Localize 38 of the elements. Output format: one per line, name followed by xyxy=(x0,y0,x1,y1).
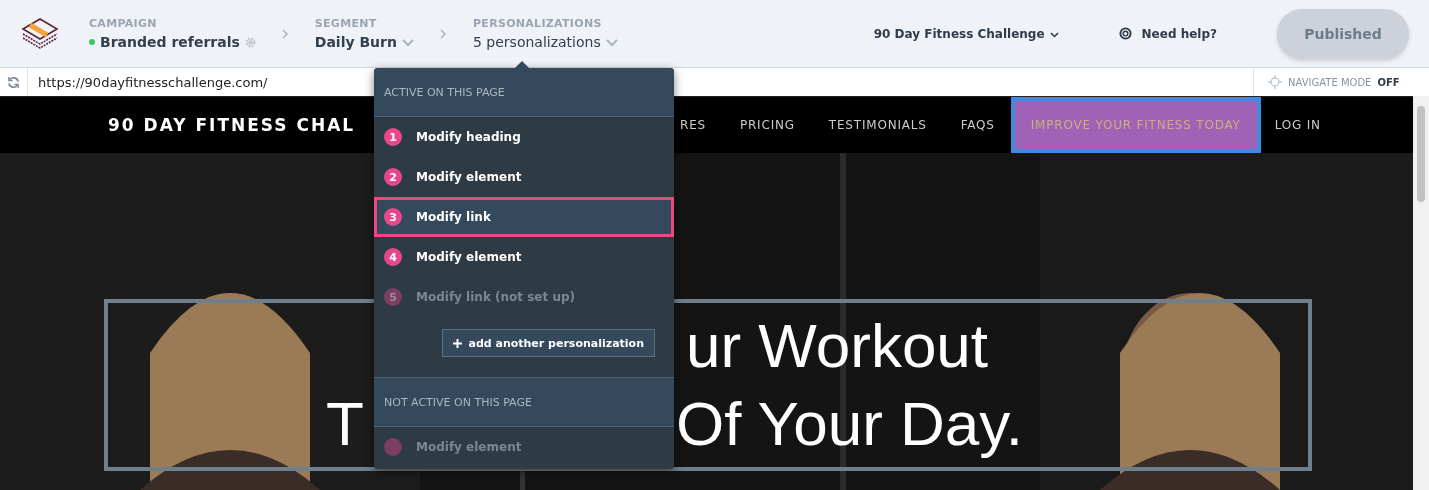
number-badge: 3 xyxy=(384,208,402,226)
personalization-item[interactable]: 4 Modify element xyxy=(374,237,674,277)
campaign-name[interactable]: Branded referrals xyxy=(100,34,240,50)
nav-link[interactable]: TESTIMONIALS xyxy=(828,97,927,153)
nav-link[interactable]: LOG IN xyxy=(1274,97,1321,153)
site-logo-text: 90 DAY FITNESS CHAL xyxy=(108,115,357,135)
logo-icon xyxy=(20,15,60,52)
help-link[interactable]: Need help? xyxy=(1141,26,1217,41)
nav-link[interactable]: PRICING xyxy=(739,97,795,153)
hero-heading: ur Workout xyxy=(686,315,989,377)
personalizations-label: PERSONALIZATIONS xyxy=(472,17,603,30)
lifebuoy-icon xyxy=(1118,27,1132,40)
navigate-mode-label: NAVIGATE MODE xyxy=(1288,76,1372,88)
campaign-label: CAMPAIGN xyxy=(89,17,158,30)
refresh-icon[interactable] xyxy=(7,75,20,89)
number-badge: 5 xyxy=(384,288,402,306)
section-heading: NOT ACTIVE ON THIS PAGE xyxy=(374,377,674,427)
segment-label: SEGMENT xyxy=(314,17,378,30)
number-badge: 4 xyxy=(384,248,402,266)
segment-name[interactable]: Daily Burn xyxy=(314,34,397,50)
navigate-mode-toggle[interactable]: OFF xyxy=(1377,76,1400,88)
number-badge: 2 xyxy=(384,168,402,186)
plus-icon xyxy=(453,338,463,348)
scrollbar-thumb[interactable] xyxy=(1417,106,1425,202)
section-heading: ACTIVE ON THIS PAGE xyxy=(374,68,674,117)
personalizations-count[interactable]: 5 personalizations xyxy=(472,34,601,50)
nav-link[interactable]: FAQS xyxy=(960,97,995,153)
personalization-item[interactable]: 1 Modify heading xyxy=(374,117,674,157)
personalization-item[interactable]: 2 Modify element xyxy=(374,157,674,197)
add-personalization-button[interactable]: add another personalization xyxy=(442,329,655,357)
crosshair-icon xyxy=(1268,75,1282,89)
nav-link[interactable]: RES xyxy=(680,97,706,153)
personalization-item[interactable]: 3 Modify link xyxy=(374,197,674,237)
gear-icon[interactable] xyxy=(244,36,256,48)
hero-heading: T xyxy=(326,393,364,455)
number-badge: 1 xyxy=(384,128,402,146)
site-selector[interactable]: 90 Day Fitness Challenge xyxy=(873,26,1059,41)
status-dot xyxy=(384,438,402,456)
